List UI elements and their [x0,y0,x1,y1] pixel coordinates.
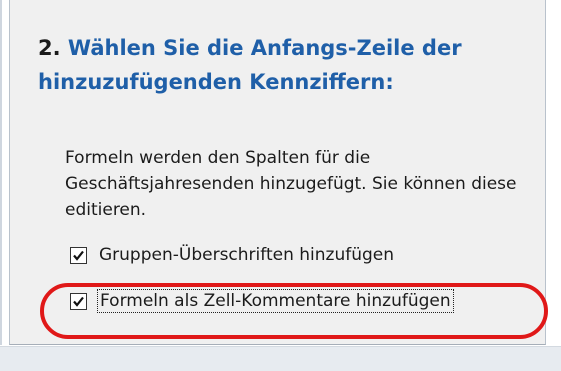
add-group-headings-label[interactable]: Gruppen-Überschriften hinzufügen [97,244,396,266]
add-group-headings-checkbox[interactable] [70,246,87,264]
step-number: 2. [38,36,61,60]
step-description: Formeln werden den Spalten für die Gesch… [65,148,517,220]
window-bottom-frame [0,346,561,371]
checkmark-icon [73,250,84,261]
checkmark-icon [73,296,84,307]
screen: 2. Wählen Sie die Anfangs-Zeile der hinz… [0,0,561,371]
add-formulas-as-comments-checkbox[interactable] [70,292,87,310]
add-formulas-as-comments-option[interactable]: Formeln als Zell-Kommentare hinzufügen [70,288,454,314]
add-formulas-as-comments-label[interactable]: Formeln als Zell-Kommentare hinzufügen [97,289,454,313]
window-edge [0,0,2,345]
step-heading: 2. Wählen Sie die Anfangs-Zeile der hinz… [38,31,538,99]
add-group-headings-option[interactable]: Gruppen-Überschriften hinzufügen [70,242,396,268]
step-title: Wählen Sie die Anfangs-Zeile der hinzuzu… [38,36,462,94]
